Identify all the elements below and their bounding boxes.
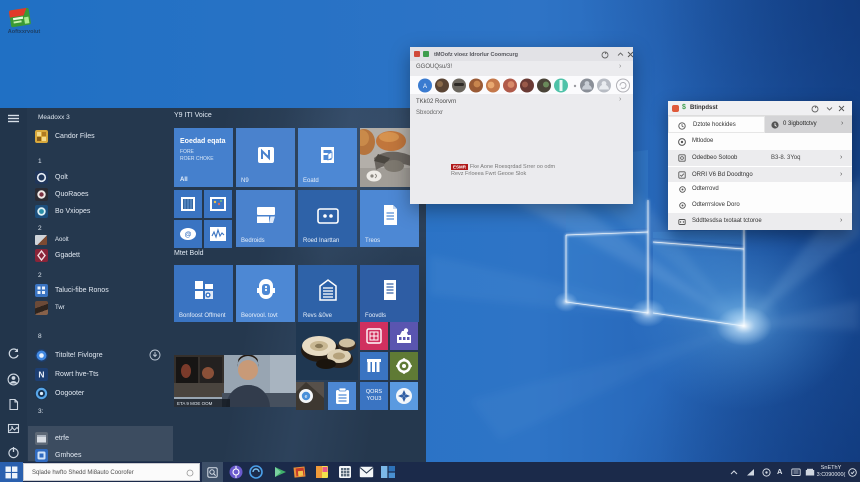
svg-text:A: A <box>423 84 427 90</box>
svg-text:N: N <box>38 370 44 380</box>
svg-text:Aoftxxrvoiut: Aoftxxrvoiut <box>8 29 41 35</box>
svg-text:e: e <box>305 394 308 400</box>
svg-text:@: @ <box>185 232 192 239</box>
svg-text:ETA 9 MOE OOM: ETA 9 MOE OOM <box>177 401 213 406</box>
